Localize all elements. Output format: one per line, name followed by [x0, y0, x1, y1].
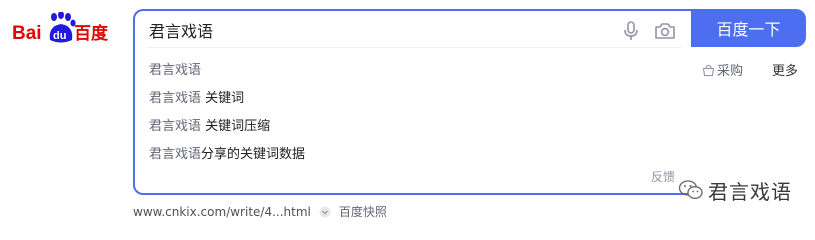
result-url[interactable]: www.cnkix.com/write/4...html: [133, 205, 311, 219]
logo-text-right: 百度: [74, 23, 109, 44]
suggestion-list: 君言戏语 君言戏语 关键词 君言戏语 关键词压缩 君言戏语分享的关键词数据: [135, 57, 691, 169]
suggestion-query: 君言戏语: [149, 63, 202, 78]
purchase-label: 采购: [717, 64, 744, 79]
suggestion-item[interactable]: 君言戏语分享的关键词数据: [135, 141, 691, 169]
camera-icon[interactable]: [653, 19, 677, 43]
suggestion-item[interactable]: 君言戏语 关键词压缩: [135, 113, 691, 141]
search-divider: [147, 47, 681, 48]
suggestion-query: 君言戏语: [149, 91, 202, 106]
wechat-icon: [678, 180, 703, 199]
microphone-icon[interactable]: [619, 19, 643, 43]
logo-paw-text: du: [53, 30, 66, 42]
baidu-logo-graphic: Bai du 百度: [12, 12, 109, 44]
result-source: www.cnkix.com/write/4...html 百度快照: [133, 203, 387, 220]
watermark-text: 君言戏语: [708, 179, 792, 204]
suggestion-suffix: 关键词: [201, 91, 245, 106]
search-button[interactable]: 百度一下: [691, 9, 806, 47]
more-link[interactable]: 更多: [772, 60, 798, 79]
purchase-link[interactable]: 采购: [702, 60, 743, 79]
suggestion-item[interactable]: 君言戏语 关键词: [135, 85, 691, 113]
logo-text-left: Bai: [12, 23, 42, 44]
suggestion-item[interactable]: 君言戏语: [135, 57, 691, 85]
wechat-watermark: 君言戏语: [678, 176, 792, 204]
suggestion-query: 君言戏语: [149, 119, 202, 134]
suggestion-suffix: 关键词压缩: [201, 119, 271, 134]
suggestion-suffix: 分享的关键词数据: [201, 147, 306, 162]
search-box: 君言戏语 君言戏语 关键词 君言戏语 关键词压缩 君言戏语分享的关键词数据 反馈: [133, 9, 691, 195]
baidu-logo[interactable]: Bai du 百度: [10, 12, 120, 48]
suggestion-query: 君言戏语: [149, 147, 202, 162]
snapshot-link[interactable]: 百度快照: [339, 203, 387, 220]
chevron-down-icon[interactable]: [319, 206, 331, 218]
search-input[interactable]: [149, 19, 609, 45]
shopping-basket-icon: [702, 64, 715, 77]
feedback-link[interactable]: 反馈: [651, 168, 675, 185]
